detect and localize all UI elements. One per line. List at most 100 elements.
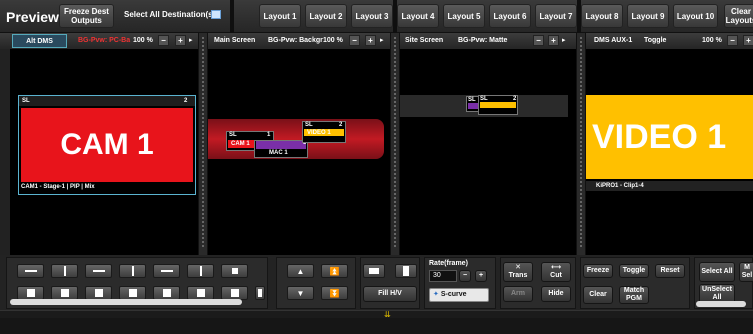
hide-button[interactable]: Hide: [541, 286, 571, 302]
panel-dms-aux-1[interactable]: DMS AUX-1 Toggle 100 % − + VIDEO 1 KiPRO…: [586, 33, 753, 255]
clear-layouts-button[interactable]: Clear Layouts: [724, 4, 753, 28]
zoom-out-button[interactable]: −: [158, 35, 169, 46]
layer-label: CAM 1: [231, 141, 250, 147]
send-to-back-icon[interactable]: ⏬: [321, 286, 348, 300]
layer-title: CAM 1: [60, 128, 154, 161]
size-7-icon[interactable]: [221, 286, 248, 300]
panel-alt-dms[interactable]: Alt DMS BG-Pvw: PC-Ba 100 % − + ▸ SL 2 C…: [0, 33, 198, 255]
toggle-button[interactable]: Toggle: [619, 264, 649, 278]
align-left-icon[interactable]: [119, 264, 146, 278]
zoom-out-button[interactable]: −: [349, 35, 360, 46]
panel-scroll-handle[interactable]: [0, 49, 10, 255]
panel-divider[interactable]: [390, 33, 400, 255]
bring-to-front-icon[interactable]: ⏫: [321, 264, 348, 278]
rate-input[interactable]: 30: [429, 270, 457, 282]
fill-hv-button[interactable]: Fill H/V: [363, 286, 417, 302]
layout-9-button[interactable]: Layout 9: [627, 4, 669, 28]
panel-header: Main Screen BG-Pvw: Backgr 100 % − + ▸: [208, 33, 390, 49]
layer-number: 2: [513, 96, 517, 102]
align-right-icon[interactable]: [187, 264, 214, 278]
more-select-button[interactable]: M Sel: [739, 262, 753, 282]
clear-button[interactable]: Clear: [583, 286, 613, 304]
fill-horizontal-icon[interactable]: [363, 264, 385, 278]
panel-main-screen[interactable]: Main Screen BG-Pvw: Backgr 100 % − + ▸ S…: [208, 33, 390, 255]
size-5-icon[interactable]: [153, 286, 180, 300]
layer-source-label: CAM1 - Stage-1 | PIP | Mix: [21, 184, 95, 190]
layer-mac1[interactable]: 3 MAC 1: [254, 140, 308, 158]
align-center-h-icon[interactable]: [153, 264, 180, 278]
size-1-icon[interactable]: [17, 286, 44, 300]
zoom-in-button[interactable]: +: [548, 35, 559, 46]
freeze-button[interactable]: Freeze: [583, 264, 613, 278]
horizontal-scrollbar[interactable]: [10, 299, 242, 305]
panel-header: Site Screen BG-Pvw: Matte − + ▸: [400, 33, 576, 49]
panel-site-screen[interactable]: Site Screen BG-Pvw: Matte − + ▸ SL 1 SL …: [400, 33, 576, 255]
layout-5-button[interactable]: Layout 5: [443, 4, 485, 28]
size-6-icon[interactable]: [187, 286, 214, 300]
fill-vertical-icon[interactable]: [395, 264, 417, 278]
panel-divider[interactable]: [576, 33, 586, 255]
layout-8-button[interactable]: Layout 8: [581, 4, 623, 28]
panel-divider[interactable]: [198, 33, 208, 255]
layout-10-button[interactable]: Layout 10: [673, 4, 718, 28]
curve-select[interactable]: ✦ S-curve: [429, 288, 489, 302]
align-bottom-icon[interactable]: [85, 264, 112, 278]
layer-number: 2: [184, 98, 188, 104]
trans-button[interactable]: ✕ Trans: [503, 262, 533, 282]
layout-2-button[interactable]: Layout 2: [305, 4, 347, 28]
layer-video1[interactable]: SL 2 VIDEO 1: [302, 121, 346, 143]
send-backward-icon[interactable]: ▼: [287, 286, 314, 300]
panel-tab-label[interactable]: Main Screen: [214, 37, 255, 44]
select-all-button[interactable]: Select All: [699, 262, 735, 282]
fill-group: Fill H/V: [360, 257, 420, 309]
scroll-right-icon[interactable]: ▸: [189, 36, 193, 44]
zoom-in-button[interactable]: +: [175, 35, 186, 46]
size-3-icon[interactable]: [85, 286, 112, 300]
select-all-destinations-checkbox[interactable]: [211, 10, 221, 19]
align-center-v-icon[interactable]: [51, 264, 78, 278]
align-top-icon[interactable]: [17, 264, 44, 278]
layer-video1[interactable]: VIDEO 1 KiPRO1 - Clip1-4: [586, 95, 753, 195]
size-2-icon[interactable]: [51, 286, 78, 300]
freeze-dest-outputs-button[interactable]: Freeze Dest Outputs: [59, 4, 114, 28]
zoom-level: 100 %: [323, 37, 343, 44]
rate-increment-button[interactable]: +: [475, 270, 487, 282]
zoom-level: 100 %: [702, 37, 722, 44]
distribute-icon[interactable]: [221, 264, 248, 278]
zoom-in-button[interactable]: +: [365, 35, 376, 46]
layout-7-button[interactable]: Layout 7: [535, 4, 577, 28]
layer-order-group: ▲ ⏫ ▼ ⏬: [276, 257, 356, 309]
zoom-out-button[interactable]: −: [727, 35, 738, 46]
panel-tab-alt-dms[interactable]: Alt DMS: [12, 34, 67, 48]
toolbar-separator: [230, 0, 234, 33]
match-pgm-button[interactable]: Match PGM: [619, 286, 649, 304]
curve-icon: ✦: [433, 291, 439, 298]
layer-cam1[interactable]: SL 2 CAM 1 CAM1 - Stage-1 | PIP | Mix: [18, 95, 196, 195]
top-toolbar: Preview Freeze Dest Outputs Select All D…: [0, 0, 753, 33]
layout-1-button[interactable]: Layout 1: [259, 4, 301, 28]
sl-badge: SL: [305, 122, 313, 128]
layer-preview-yellow: VIDEO 1: [586, 95, 753, 179]
size-8-icon[interactable]: [255, 286, 265, 300]
layout-4-button[interactable]: Layout 4: [397, 4, 439, 28]
select-scrollbar[interactable]: [696, 301, 746, 307]
cut-button[interactable]: ⟷ Cut: [541, 262, 571, 282]
zoom-out-button[interactable]: −: [533, 35, 544, 46]
layout-6-button[interactable]: Layout 6: [489, 4, 531, 28]
rate-decrement-button[interactable]: −: [459, 270, 471, 282]
bring-forward-icon[interactable]: ▲: [287, 264, 314, 278]
layout-3-button[interactable]: Layout 3: [351, 4, 393, 28]
layer-source-label: KiPRO1 - Clip1-4: [596, 183, 644, 189]
scroll-right-icon[interactable]: ▸: [380, 36, 384, 44]
bg-preview-label: BG-Pvw: PC-Ba: [78, 37, 131, 44]
scroll-right-icon[interactable]: ▸: [562, 36, 566, 44]
reset-button[interactable]: Reset: [655, 264, 685, 278]
footer-bar: ⇊: [0, 310, 753, 319]
arm-button[interactable]: Arm: [503, 286, 533, 302]
panel-tab-label[interactable]: Site Screen: [405, 37, 443, 44]
layer-yellow[interactable]: SL 2: [478, 95, 518, 115]
size-4-icon[interactable]: [119, 286, 146, 300]
zoom-level: 100 %: [133, 37, 153, 44]
zoom-in-button[interactable]: +: [743, 35, 753, 46]
panel-tab-label[interactable]: DMS AUX-1: [594, 37, 632, 44]
